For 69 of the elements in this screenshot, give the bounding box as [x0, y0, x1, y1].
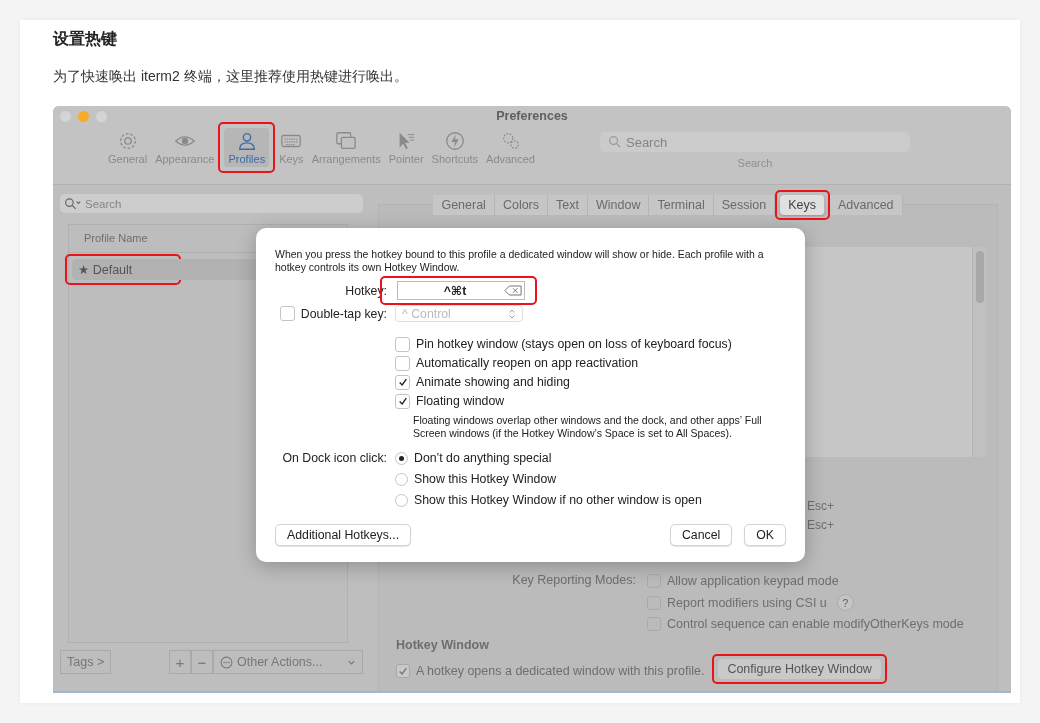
profile-tab[interactable]: General — [433, 194, 495, 215]
search-field[interactable]: Search — [60, 194, 363, 213]
radio-label: Show this Hotkey Window — [414, 471, 557, 487]
search-icon — [608, 135, 621, 148]
checkbox[interactable] — [647, 574, 661, 588]
radio-label: Show this Hotkey Window if no other window is open — [414, 492, 702, 508]
window-button[interactable] — [78, 111, 89, 122]
profile-tab[interactable]: Colors — [494, 194, 549, 215]
updown-chevron-icon — [508, 307, 516, 320]
add-button[interactable]: + — [169, 650, 191, 674]
additional-hotkeys-button[interactable]: Additional Hotkeys... — [275, 524, 412, 546]
toolbar-button[interactable]: Advanced — [482, 128, 539, 167]
remove-button[interactable]: − — [191, 650, 213, 674]
checkbox-label: Floating window — [416, 393, 505, 409]
checkbox[interactable] — [395, 374, 410, 390]
checkbox-label: A hotkey opens a dedicated window with this profile. — [416, 664, 705, 678]
radio-label: Don’t do anything special — [414, 450, 552, 466]
toolbar-button[interactable]: Arrangements — [307, 128, 385, 167]
toolbar-button[interactable]: Appearance — [151, 128, 219, 167]
toolbar-button[interactable]: General — [104, 128, 152, 167]
checkbox-label: Control sequence can enable modifyOtherKeys mode — [667, 616, 964, 632]
toolbar-button[interactable]: Pointer — [384, 128, 428, 167]
checkmark-icon — [397, 377, 408, 387]
profile-tab[interactable]: Terminal — [649, 194, 714, 215]
toolbar-button[interactable]: Shortcuts — [427, 128, 483, 167]
hotkey-field[interactable]: ^⌘t — [397, 281, 525, 300]
cancel-button[interactable]: Cancel — [669, 524, 733, 546]
checkbox-label: Report modifiers using CSI u — [667, 594, 827, 611]
checkmark-icon — [397, 396, 408, 406]
section-heading: 设置热键 — [53, 29, 118, 49]
checkbox-label: Allow application keypad mode — [667, 573, 839, 589]
more-icon — [220, 655, 233, 669]
checkbox-label: Pin hotkey window (stays open on loss of keyboard focus) — [416, 336, 732, 352]
checkbox-label: Double-tap key: — [300, 306, 387, 321]
scrollbar[interactable] — [972, 247, 987, 457]
windows-icon — [335, 130, 358, 152]
option-label: Esc+ — [807, 518, 835, 533]
checkmark-icon — [398, 666, 408, 676]
configure-hotkey-button[interactable]: Configure Hotkey Window — [718, 659, 881, 679]
checkbox[interactable] — [396, 664, 410, 678]
toolbar-button[interactable]: Profiles — [224, 128, 270, 167]
dock-label: On Dock icon click: — [281, 450, 387, 467]
checkbox[interactable] — [395, 393, 410, 409]
key-dropdown[interactable]: ^ Control — [395, 305, 523, 322]
tags-button[interactable]: Tags > — [60, 650, 112, 674]
profile-tab[interactable]: Advanced — [829, 194, 903, 215]
help-button[interactable]: ? — [836, 594, 854, 611]
profile-tab[interactable]: Text — [548, 194, 588, 215]
checkbox-label: Automatically reopen on app reactivation — [416, 355, 639, 371]
bolt-icon — [443, 130, 466, 152]
checkbox[interactable] — [395, 336, 410, 352]
checkbox-label: Animate showing and hiding — [416, 374, 570, 390]
section-heading: Hotkey Window — [396, 638, 490, 652]
window-title: Preferences — [496, 109, 568, 123]
option-note: Floating windows overlap other windows and the dock, and other apps’ Full Screen windows (if the Hotkey Window’s Space is set to All Spaces). — [413, 414, 763, 440]
option-label: Esc+ — [807, 499, 835, 514]
profile-tab[interactable]: Keys — [780, 194, 825, 215]
profile-tab[interactable]: Window — [587, 194, 650, 215]
checkbox[interactable] — [395, 355, 410, 371]
profile-tab[interactable]: Session — [713, 194, 776, 215]
toolbar-button[interactable]: Keys — [275, 128, 308, 167]
checkbox[interactable] — [279, 306, 295, 321]
other-actions-dropdown[interactable]: Other Actions... — [213, 650, 363, 674]
key-reporting-label: Key Reporting Modes: — [511, 573, 636, 589]
clear-icon[interactable] — [504, 285, 522, 296]
search-icon — [64, 197, 82, 210]
search-field[interactable]: Search — [600, 132, 910, 152]
intro-text: 为了快速唤出 iterm2 终端，这里推荐使用热键进行唤出。 — [53, 67, 409, 86]
ok-button[interactable]: OK — [744, 524, 786, 546]
